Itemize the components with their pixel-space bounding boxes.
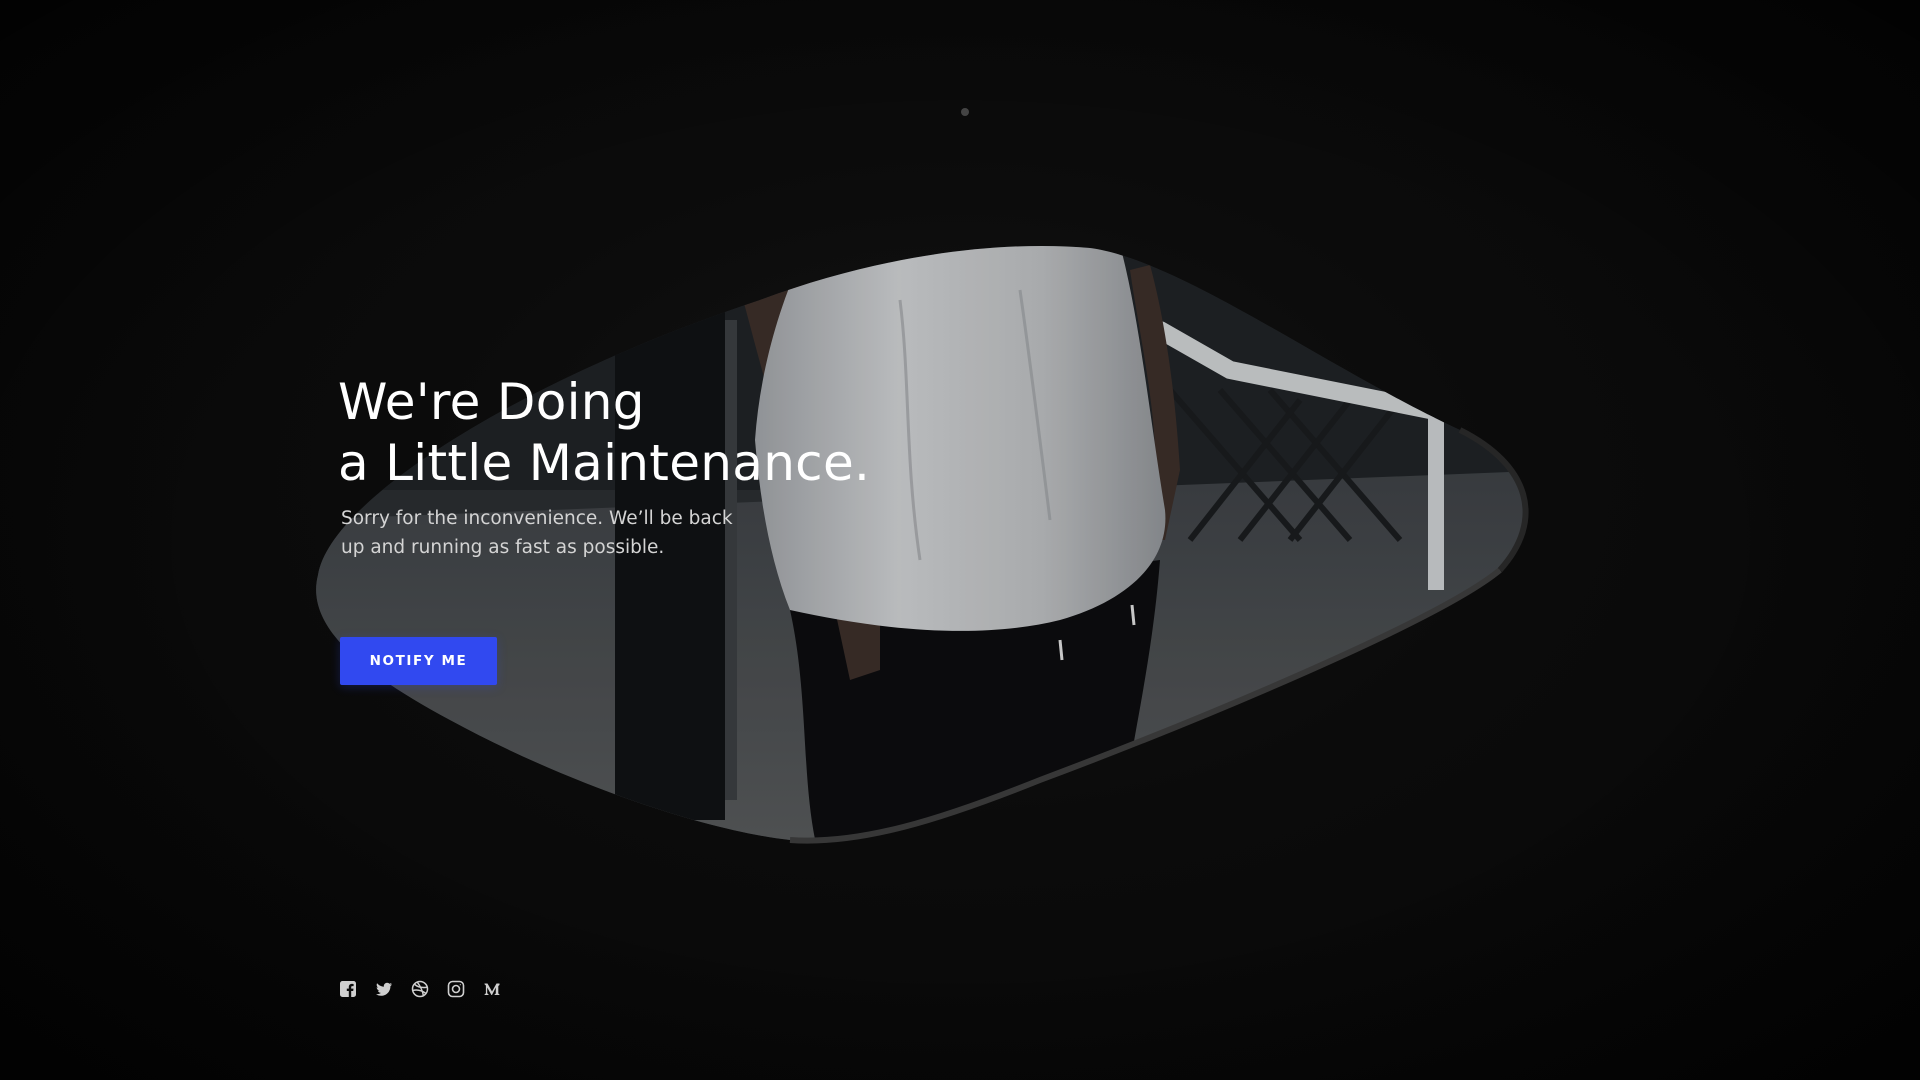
social-links (339, 980, 501, 998)
hero-background-photo (0, 0, 1920, 1080)
headline-line-1: We're Doing (338, 373, 645, 431)
medium-icon[interactable] (483, 980, 501, 998)
message-line-1: Sorry for the inconvenience. We’ll be ba… (341, 508, 733, 529)
notify-me-button[interactable]: NOTIFY ME (340, 637, 497, 685)
page-title: We're Doing a Little Maintenance. (338, 372, 958, 494)
instagram-icon[interactable] (447, 980, 465, 998)
maintenance-message: Sorry for the inconvenience. We’ll be ba… (341, 504, 741, 562)
dribbble-icon[interactable] (411, 980, 429, 998)
twitter-icon[interactable] (375, 980, 393, 998)
headline-line-2: a Little Maintenance. (338, 434, 871, 492)
facebook-icon[interactable] (339, 980, 357, 998)
message-line-2: up and running as fast as possible. (341, 537, 665, 558)
maintenance-page: We're Doing a Little Maintenance. Sorry … (0, 0, 1920, 1080)
hero-content: We're Doing a Little Maintenance. Sorry … (338, 372, 958, 562)
